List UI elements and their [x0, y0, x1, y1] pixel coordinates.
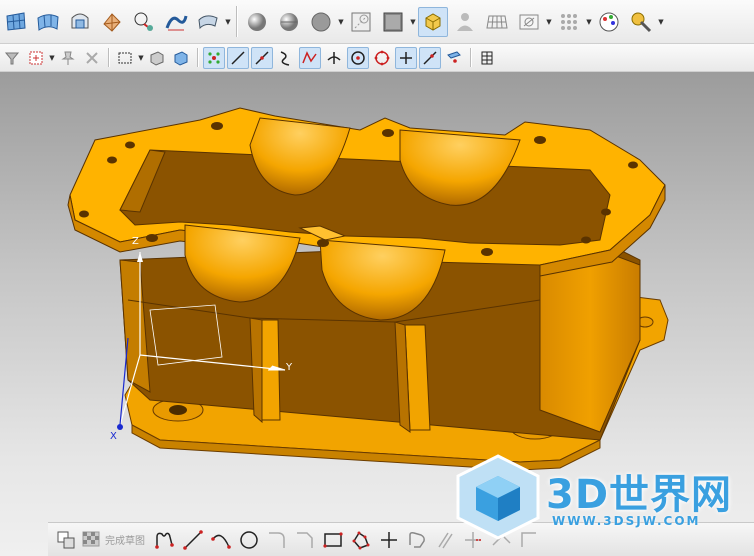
studio-spline-icon[interactable] — [403, 526, 431, 554]
chevron-down-icon[interactable]: ▼ — [48, 54, 56, 62]
intersection-icon[interactable] — [323, 47, 345, 69]
arc-icon[interactable] — [207, 526, 235, 554]
toolbar-divider — [197, 48, 198, 67]
shaded-box-icon[interactable] — [378, 7, 408, 37]
toolbar-divider — [470, 48, 471, 67]
curve-snap-icon[interactable] — [275, 47, 297, 69]
finish-flag-icon — [80, 529, 102, 551]
pole-point-icon[interactable] — [419, 46, 441, 69]
pin-icon[interactable] — [57, 47, 79, 69]
hidden-edge-icon[interactable] — [346, 7, 376, 37]
watermark-title: 3D世界网 — [546, 472, 733, 518]
y-axis-label: Y — [286, 362, 293, 373]
finish-sketch-button[interactable]: 完成草图 — [80, 529, 145, 551]
quadrant-icon[interactable] — [371, 47, 393, 69]
watermark-cube-logo — [456, 454, 540, 540]
render-style-icon[interactable] — [418, 6, 448, 37]
face-point-icon[interactable] — [443, 47, 465, 69]
z-axis-label: Z — [132, 236, 139, 247]
sketch-task-icon[interactable] — [52, 526, 80, 554]
user-figure-icon[interactable] — [450, 7, 480, 37]
watermark-url: WWW.3DSJW.COM — [552, 514, 701, 528]
finish-sketch-label: 完成草图 — [105, 536, 145, 547]
styled-blend-icon[interactable] — [161, 7, 191, 37]
x-axis-label: X — [110, 431, 117, 442]
bridge-surface-icon[interactable] — [129, 7, 159, 37]
grid-select-icon[interactable] — [476, 47, 498, 69]
selection-toolbar: ▼ ▼ — [0, 44, 754, 72]
gray-sphere-icon[interactable] — [306, 7, 336, 37]
arc-center-icon[interactable] — [347, 46, 369, 69]
chevron-down-icon[interactable]: ▼ — [224, 18, 232, 26]
point-icon[interactable] — [375, 526, 403, 554]
fillet-icon[interactable] — [263, 526, 291, 554]
toolbar-divider — [236, 6, 237, 37]
shaded-disk-icon[interactable] — [274, 7, 304, 37]
sheet-extend-icon[interactable] — [193, 7, 223, 37]
chevron-down-icon[interactable]: ▼ — [545, 18, 553, 26]
surface-mesh-icon[interactable] — [33, 7, 63, 37]
solid-cube-icon[interactable] — [170, 47, 192, 69]
swept-surface-icon[interactable] — [65, 7, 95, 37]
shaded-sphere-icon[interactable] — [242, 7, 272, 37]
point-on-curve-icon[interactable] — [203, 46, 225, 69]
palette-icon[interactable] — [594, 7, 624, 37]
clip-section-icon[interactable] — [514, 7, 544, 37]
rectangle-icon[interactable] — [319, 526, 347, 554]
cad-window: ▼ ▼ ▼ ▼ ▼ ▼ ▼ ▼ Z Y X 完成草图 3D世界网 WWW.3DS… — [0, 0, 754, 556]
watermark: 3D世界网 WWW.3DSJW.COM — [452, 452, 752, 542]
line-icon[interactable] — [179, 526, 207, 554]
control-point-icon[interactable] — [299, 46, 321, 69]
chamfer-icon[interactable] — [291, 526, 319, 554]
main-toolbar: ▼ ▼ ▼ ▼ ▼ ▼ — [0, 0, 754, 44]
move-handle-icon[interactable] — [81, 47, 103, 69]
n-sided-surface-icon[interactable] — [97, 7, 127, 37]
chevron-down-icon[interactable]: ▼ — [657, 18, 665, 26]
existing-point-icon[interactable] — [395, 46, 417, 69]
circle-icon[interactable] — [235, 526, 263, 554]
profile-icon[interactable] — [151, 526, 179, 554]
select-plus-icon[interactable] — [25, 47, 47, 69]
polygon-icon[interactable] — [347, 526, 375, 554]
line-mid-icon[interactable] — [251, 46, 273, 69]
dot-grid-icon[interactable] — [554, 7, 584, 37]
chevron-down-icon[interactable]: ▼ — [137, 54, 145, 62]
wrench-settings-icon[interactable] — [626, 7, 656, 37]
snap-filter-icon[interactable] — [1, 47, 23, 69]
line-end-icon[interactable] — [227, 46, 249, 69]
chevron-down-icon[interactable]: ▼ — [337, 18, 345, 26]
surface-grid-icon[interactable] — [1, 7, 31, 37]
toolbar-divider — [108, 48, 109, 67]
box-select-icon[interactable] — [114, 47, 136, 69]
grid-plane-icon[interactable] — [482, 7, 512, 37]
chevron-down-icon[interactable]: ▼ — [409, 18, 417, 26]
cube-view-icon[interactable] — [146, 47, 168, 69]
chevron-down-icon[interactable]: ▼ — [585, 18, 593, 26]
